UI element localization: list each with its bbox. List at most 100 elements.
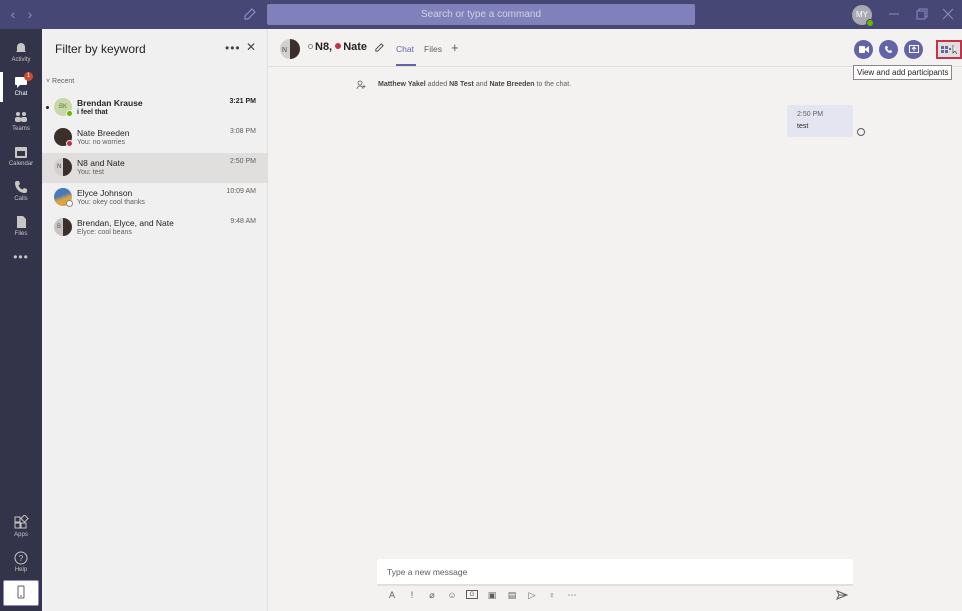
phone-icon (15, 181, 27, 193)
chat-name: Brendan Krause (77, 98, 143, 108)
stream-icon[interactable]: ▷ (526, 589, 538, 601)
group-avatar: N (280, 39, 300, 59)
attach-icon[interactable]: ⌀ (426, 589, 438, 601)
system-message: Matthew Yakel added N8 Test and Nate Bre… (378, 81, 571, 88)
rail-item-label: Files (14, 231, 28, 237)
rail-item-help[interactable]: ? Help (0, 546, 42, 580)
filter-input[interactable]: Filter by keyword (55, 42, 146, 56)
audio-call-button[interactable] (879, 40, 898, 59)
svg-text:N: N (282, 47, 287, 54)
chat-name: Nate Breeden (77, 128, 130, 138)
avatar[interactable]: MY (852, 5, 874, 27)
chat-item-brendan-krause[interactable]: BK Brendan Krause i feel that 3:21 PM (42, 93, 268, 123)
download-mobile-button[interactable] (3, 580, 39, 606)
phone-icon (885, 46, 892, 53)
chat-header: N N8, Nate Chat Files + (268, 29, 962, 67)
message-compose-box[interactable]: Type a new message (377, 559, 853, 586)
message-time: 2:50 PM (797, 111, 824, 118)
presence-busy-icon (335, 43, 342, 50)
rail-item-chat[interactable]: 1 Chat (0, 70, 42, 104)
add-tab-button[interactable]: + (451, 40, 459, 55)
chat-preview: i feel that (77, 109, 108, 116)
more-options-icon[interactable]: ⋯ (566, 589, 578, 601)
new-chat-icon[interactable] (242, 6, 258, 22)
group-avatar-graphic: N (282, 39, 300, 59)
rail-item-label: Teams (12, 126, 30, 132)
group-avatar: N (54, 158, 72, 176)
chat-item-nate-breeden[interactable]: Nate Breeden You: no worries 3:08 PM (42, 123, 268, 153)
search-input[interactable]: Search or type a command (267, 4, 695, 25)
recent-section-header[interactable]: ˅ Recent (46, 78, 74, 85)
view-participants-button[interactable] (936, 40, 962, 59)
chat-list-pane: Filter by keyword ••• ✕ ˅ Recent BK Bren… (42, 29, 268, 611)
rail-item-teams[interactable]: Teams (0, 105, 42, 139)
system-message-target: Nate Breeden (489, 81, 535, 88)
tab-chat[interactable]: Chat (396, 44, 414, 54)
add-person-icon (356, 80, 366, 90)
chat-name: Elyce Johnson (77, 188, 133, 198)
share-screen-button[interactable] (904, 40, 923, 59)
chat-item-n8-and-nate[interactable]: N N8 and Nate You: test 2:50 PM (42, 153, 268, 183)
meeting-icon[interactable]: ▤ (506, 589, 518, 601)
forward-button[interactable]: › (23, 6, 37, 22)
chat-name: Brendan, Elyce, and Nate (77, 218, 174, 228)
more-apps-button[interactable]: ••• (0, 250, 42, 264)
send-icon[interactable] (836, 589, 848, 601)
title-bar: ‹ › Search or type a command MY (0, 0, 962, 29)
gif-icon[interactable]: G (466, 590, 478, 599)
rail-item-label: Calls (14, 196, 28, 202)
system-message-text: and (473, 81, 490, 88)
system-message-text: added (425, 81, 450, 88)
restore-icon[interactable] (914, 6, 930, 22)
minimize-icon[interactable] (886, 6, 902, 22)
chat-time: 9:48 AM (230, 218, 256, 225)
system-message-text: to the chat. (534, 81, 572, 88)
message-bubble[interactable]: 2:50 PM test (787, 105, 853, 137)
back-button[interactable]: ‹ (6, 6, 20, 22)
bell-icon (16, 43, 26, 53)
chat-time: 10:09 AM (226, 188, 256, 195)
sticker-icon[interactable]: ▣ (486, 589, 498, 601)
rename-pencil-icon[interactable] (374, 42, 385, 53)
svg-text:?: ? (19, 554, 24, 563)
rail-item-calendar[interactable]: Calendar (0, 140, 42, 174)
file-icon (17, 216, 26, 228)
chat-preview: You: test (77, 169, 104, 176)
rail-item-label: Chat (14, 91, 28, 97)
rail-item-label: Activity (11, 57, 31, 63)
share-screen-icon (908, 45, 919, 53)
video-call-button[interactable] (854, 40, 873, 59)
chat-pane: N N8, Nate Chat Files + View and add par… (268, 29, 962, 611)
apps-icon (14, 515, 29, 529)
more-options-button[interactable]: ••• (225, 41, 241, 55)
rail-item-calls[interactable]: Calls (0, 175, 42, 209)
chat-item-elyce-johnson[interactable]: Elyce Johnson You: okey cool thanks 10:0… (42, 183, 268, 213)
close-icon[interactable] (940, 6, 956, 22)
rail-item-apps[interactable]: Apps (0, 511, 42, 545)
unread-badge: 1 (24, 72, 33, 81)
chat-title-part: Nate (343, 41, 368, 53)
recent-label: Recent (52, 78, 75, 85)
format-icon[interactable]: A (386, 589, 398, 601)
compose-placeholder: Type a new message (387, 567, 468, 577)
app-rail: Activity 1 Chat Teams Calendar Calls Fil… (0, 29, 42, 611)
presence-away-icon (308, 43, 313, 49)
mobile-phone-icon (17, 585, 25, 599)
chat-item-group-brendan-elyce-nate[interactable]: B Brendan, Elyce, and Nate Elyce: cool b… (42, 213, 268, 243)
praise-icon[interactable]: ♀ (546, 589, 558, 601)
rail-item-files[interactable]: Files (0, 210, 42, 244)
video-camera-icon (858, 46, 869, 53)
presence-busy-icon (66, 140, 73, 147)
tab-files[interactable]: Files (424, 44, 442, 54)
system-message-actor: Matthew Yakel (378, 81, 426, 88)
emoji-icon[interactable]: ☺ (446, 589, 458, 601)
teams-icon (15, 112, 27, 122)
important-icon[interactable]: ! (406, 589, 418, 601)
rail-item-activity[interactable]: Activity (0, 36, 42, 70)
active-tab-indicator (396, 64, 416, 66)
presence-available-icon (66, 110, 73, 117)
rail-item-label: Calendar (8, 161, 34, 167)
chat-title-part: N8, (315, 41, 333, 53)
close-filter-button[interactable]: ✕ (246, 40, 256, 54)
chat-preview: You: okey cool thanks (77, 199, 145, 206)
